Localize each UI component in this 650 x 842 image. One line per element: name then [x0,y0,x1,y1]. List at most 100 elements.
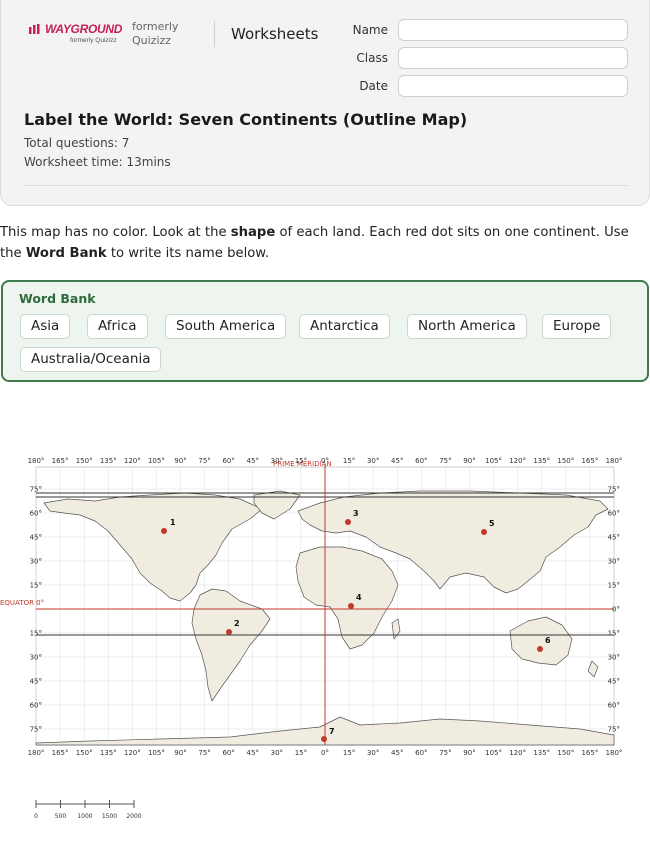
page-title: Label the World: Seven Continents (Outli… [24,110,468,129]
longitude-label-bottom: 135° [533,749,550,757]
longitude-label-top: 180° [28,457,45,465]
marker-label-4: 4 [356,593,362,602]
longitude-label-top: 150° [76,457,93,465]
latitude-label-right: 30° [608,654,620,662]
latitude-label-right: 60° [608,510,620,518]
longitude-label-bottom: 165° [52,749,69,757]
longitude-label-top: 30° [367,457,379,465]
marker-dot-7 [321,736,327,742]
latitude-label-left: 45° [30,534,42,542]
word-bank: Word Bank Asia Africa South America Anta… [1,280,649,382]
longitude-label-top: 135° [533,457,550,465]
longitude-label-top: 15° [343,457,355,465]
longitude-label-bottom: 150° [557,749,574,757]
wayground-logo: WAYGROUND formerly Quizizz [29,22,123,49]
logo-text: WAYGROUND [45,22,123,36]
word-chip-europe: Europe [542,314,612,339]
latitude-label-left: 45° [30,678,42,686]
worksheet-header: WAYGROUND formerly Quizizz formerly Quiz… [0,0,650,206]
latitude-label-left: 75° [30,726,42,734]
date-field[interactable] [398,75,628,97]
marker-dot-1 [161,528,167,534]
scale-label: 0 [34,813,38,820]
marker-label-3: 3 [353,509,359,518]
longitude-label-top: 60° [415,457,427,465]
word-chip-south-america: South America [165,314,287,339]
latitude-label-right: 30° [608,558,620,566]
longitude-label-bottom: 15° [343,749,355,757]
longitude-label-top: 45° [391,457,403,465]
latitude-label-left: 30° [30,558,42,566]
longitude-label-top: 60° [222,457,234,465]
map-scale-bar: 0 500 1000 1500 2000 [30,798,150,822]
longitude-label-bottom: 30° [271,749,283,757]
word-chip-australia-oceania: Australia/Oceania [20,347,162,372]
marker-dot-5 [481,529,487,535]
marker-label-1: 1 [170,518,176,527]
marker-label-5: 5 [489,519,495,528]
marker-label-6: 6 [545,636,551,645]
equator-label: EQUATOR 0° [0,599,44,607]
scale-label: 1000 [77,813,92,820]
latitude-label-left: 60° [30,702,42,710]
longitude-label-top: 180° [606,457,623,465]
class-label: Class [356,51,388,65]
name-field[interactable] [398,19,628,41]
marker-dot-2 [226,629,232,635]
longitude-label-bottom: 120° [124,749,141,757]
longitude-label-bottom: 90° [174,749,186,757]
longitude-label-bottom: 0° [321,749,329,757]
longitude-label-top: 165° [581,457,598,465]
worksheet-time: Worksheet time: 13mins [24,155,171,169]
scale-label: 1500 [102,813,117,820]
longitude-label-top: 165° [52,457,69,465]
date-label: Date [359,79,388,93]
longitude-label-bottom: 30° [367,749,379,757]
longitude-label-top: 135° [100,457,117,465]
longitude-label-top: 45° [247,457,259,465]
word-chip-africa: Africa [87,314,148,339]
class-field[interactable] [398,47,628,69]
longitude-label-top: 90° [174,457,186,465]
world-outline-map: EQUATOR 0° PRIME MERIDIAN 1234567 180° 180… [0,455,650,765]
latitude-label-left: 15° [30,630,42,638]
longitude-label-bottom: 150° [76,749,93,757]
marker-dot-4 [348,603,354,609]
word-chip-asia: Asia [20,314,71,339]
world-map-svg: EQUATOR 0°PRIME MERIDIAN 1234567 180°180… [0,457,623,757]
header-divider [214,21,215,47]
longitude-label-bottom: 105° [148,749,165,757]
latitude-label-left: 60° [30,510,42,518]
latitude-label-right: 15° [608,582,620,590]
latitude-label-right: 45° [608,678,620,686]
section-label: Worksheets [231,25,319,43]
header-bottom-divider [24,185,629,186]
longitude-label-top: 75° [198,457,210,465]
latitude-label-left: 30° [30,654,42,662]
longitude-label-bottom: 180° [606,749,623,757]
latitude-label-right: 15° [608,630,620,638]
total-questions: Total questions: 7 [24,136,130,150]
marker-dot-6 [537,646,543,652]
marker-dot-3 [345,519,351,525]
longitude-label-top: 150° [557,457,574,465]
longitude-label-bottom: 165° [581,749,598,757]
longitude-label-bottom: 105° [485,749,502,757]
marker-label-2: 2 [234,619,240,628]
longitude-label-bottom: 60° [415,749,427,757]
longitude-label-bottom: 135° [100,749,117,757]
longitude-label-bottom: 45° [247,749,259,757]
latitude-label-left: 15° [30,582,42,590]
longitude-label-bottom: 120° [509,749,526,757]
word-bank-title: Word Bank [19,291,96,306]
longitude-label-bottom: 75° [439,749,451,757]
scale-bar-svg: 0 500 1000 1500 2000 [34,800,142,820]
latitude-label-right: 0° [612,606,620,614]
marker-label-7: 7 [329,727,335,736]
longitude-label-top: 120° [509,457,526,465]
longitude-label-bottom: 75° [198,749,210,757]
longitude-label-top: 75° [439,457,451,465]
longitude-label-top: 120° [124,457,141,465]
longitude-label-bottom: 60° [222,749,234,757]
latitude-label-right: 75° [608,726,620,734]
